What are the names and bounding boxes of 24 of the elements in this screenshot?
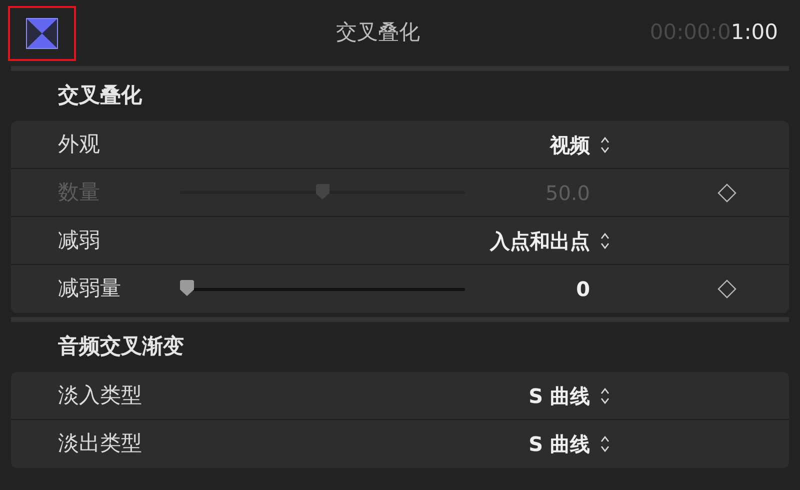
popup-value[interactable]: 入点和出点	[180, 226, 590, 256]
row-label: 外观	[58, 130, 101, 158]
row-label: 淡入类型	[58, 382, 143, 409]
up-down-chevron-icon	[600, 435, 610, 453]
hourglass-icon[interactable]	[26, 18, 58, 48]
up-down-chevron-icon	[600, 232, 610, 250]
row-label: 淡出类型	[58, 430, 143, 458]
slider-value[interactable]: 0	[465, 274, 590, 304]
slider-thumb[interactable]	[180, 280, 194, 296]
slider[interactable]	[180, 280, 465, 298]
slider[interactable]	[180, 184, 465, 202]
section-title: 音频交叉渐变	[58, 333, 184, 360]
row-label: 减弱量	[58, 275, 122, 302]
keyframe-diamond-icon[interactable]	[717, 279, 737, 299]
keyframe-diamond-icon[interactable]	[717, 182, 737, 202]
row-label: 减弱	[58, 226, 101, 254]
popup-value[interactable]: S 曲线	[180, 429, 590, 459]
window-title: 交叉叠化	[334, 19, 421, 46]
timecode: 1:00	[730, 19, 778, 46]
section-title: 交叉叠化	[58, 82, 142, 110]
up-down-chevron-icon	[600, 386, 610, 404]
popup-value[interactable]: S 曲线	[180, 380, 590, 410]
up-down-chevron-icon	[600, 136, 610, 154]
popup-value[interactable]: 视频	[180, 130, 590, 160]
